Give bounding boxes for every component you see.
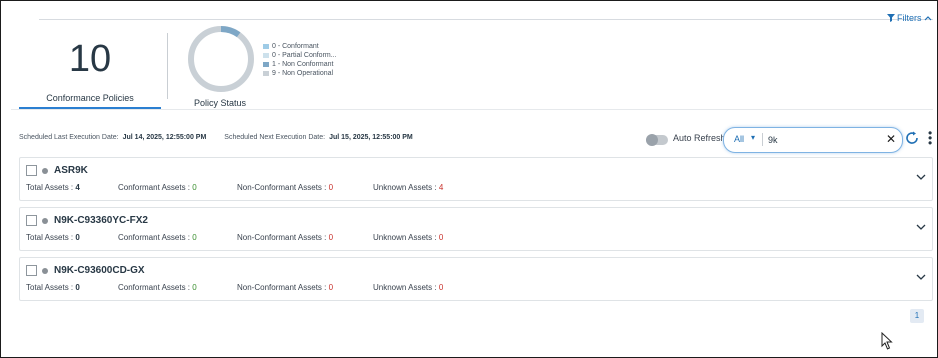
chevron-down-icon[interactable] [916, 222, 926, 232]
clear-search-icon[interactable]: ✕ [886, 132, 896, 146]
policy-card[interactable]: N9K-C93600CD-GX Total Assets : 0 Conform… [19, 257, 933, 301]
legend-swatch [263, 44, 269, 49]
auto-refresh-label: Auto Refresh [673, 133, 726, 143]
filter-icon [887, 14, 895, 22]
legend-swatch [263, 71, 269, 76]
toggle-knob [646, 134, 658, 146]
conformance-policies-tile[interactable]: 10 Conformance Policies [19, 31, 161, 109]
policy-status-donut [188, 26, 254, 92]
pagination-page[interactable]: 1 [910, 309, 924, 323]
refresh-icon[interactable] [904, 130, 920, 146]
legend-label: 0 - Conformant [272, 43, 319, 50]
schedule-info: Scheduled Last Execution Date: Jul 14, 2… [19, 134, 413, 141]
legend-item-non-conformant: 1 - Non Conformant [263, 60, 337, 69]
legend-label: 9 - Non Operational [272, 70, 334, 77]
next-execution-label: Scheduled Next Execution Date: [224, 134, 326, 141]
legend-item-partial: 0 - Partial Conform... [263, 51, 337, 60]
policy-card[interactable]: N9K-C93360YC-FX2 Total Assets : 0 Confor… [19, 207, 933, 251]
header-divider [39, 19, 933, 20]
policy-name: N9K-C93360YC-FX2 [54, 215, 148, 226]
conformant-assets: Conformant Assets : 0 [118, 233, 197, 242]
policy-card[interactable]: ASR9K Total Assets : 4 Conformant Assets… [19, 157, 933, 201]
search-scope-select[interactable]: All [734, 134, 744, 144]
section-divider [11, 109, 933, 110]
row-checkbox[interactable] [26, 215, 37, 226]
non-conformant-assets: Non-Conformant Assets : 0 [237, 283, 334, 292]
policy-status-legend: 0 - Conformant 0 - Partial Conform... 1 … [263, 42, 337, 78]
auto-refresh-toggle[interactable] [646, 134, 668, 146]
chevron-up-icon [924, 16, 931, 21]
policy-status-label: Policy Status [194, 98, 247, 108]
non-conformant-assets: Non-Conformant Assets : 0 [237, 233, 334, 242]
total-assets: Total Assets : 0 [26, 233, 80, 242]
donut-track [188, 26, 254, 92]
conformance-panel: Filters 10 Conformance Policies Policy S… [0, 0, 938, 358]
mouse-pointer-icon [881, 332, 893, 350]
conformant-assets: Conformant Assets : 0 [118, 283, 197, 292]
more-options-icon[interactable]: • • • [928, 127, 932, 149]
status-dot [42, 218, 48, 224]
legend-label: 0 - Partial Conform... [272, 52, 337, 59]
chevron-down-icon[interactable] [916, 172, 926, 182]
unknown-assets: Unknown Assets : 0 [373, 233, 444, 242]
next-execution-value: Jul 15, 2025, 12:55:00 PM [329, 134, 413, 141]
legend-item-conformant: 0 - Conformant [263, 42, 337, 51]
conformant-assets: Conformant Assets : 0 [118, 183, 197, 192]
policy-name: ASR9K [54, 165, 88, 176]
status-dot [42, 168, 48, 174]
policy-name: N9K-C93600CD-GX [54, 265, 145, 276]
non-conformant-assets: Non-Conformant Assets : 0 [237, 183, 334, 192]
legend-item-non-operational: 9 - Non Operational [263, 69, 337, 78]
chevron-down-icon[interactable] [916, 272, 926, 282]
status-dot [42, 268, 48, 274]
total-assets: Total Assets : 0 [26, 283, 80, 292]
search-box: All ▾ ✕ [723, 127, 903, 153]
row-checkbox[interactable] [26, 165, 37, 176]
search-input[interactable] [766, 132, 880, 148]
legend-swatch [263, 62, 269, 67]
search-divider [762, 133, 763, 146]
caret-down-icon[interactable]: ▾ [751, 133, 755, 142]
unknown-assets: Unknown Assets : 4 [373, 183, 444, 192]
kpi-divider [167, 33, 168, 99]
total-assets: Total Assets : 4 [26, 183, 80, 192]
policy-count-label: Conformance Policies [46, 93, 134, 103]
filters-toggle[interactable]: Filters [887, 13, 932, 23]
row-checkbox[interactable] [26, 265, 37, 276]
filters-label: Filters [897, 13, 922, 23]
unknown-assets: Unknown Assets : 0 [373, 283, 444, 292]
legend-label: 1 - Non Conformant [272, 61, 334, 68]
policy-count: 10 [68, 38, 112, 80]
last-execution-value: Jul 14, 2025, 12:55:00 PM [122, 134, 207, 141]
last-execution-label: Scheduled Last Execution Date: [19, 134, 119, 141]
legend-swatch [263, 53, 269, 58]
